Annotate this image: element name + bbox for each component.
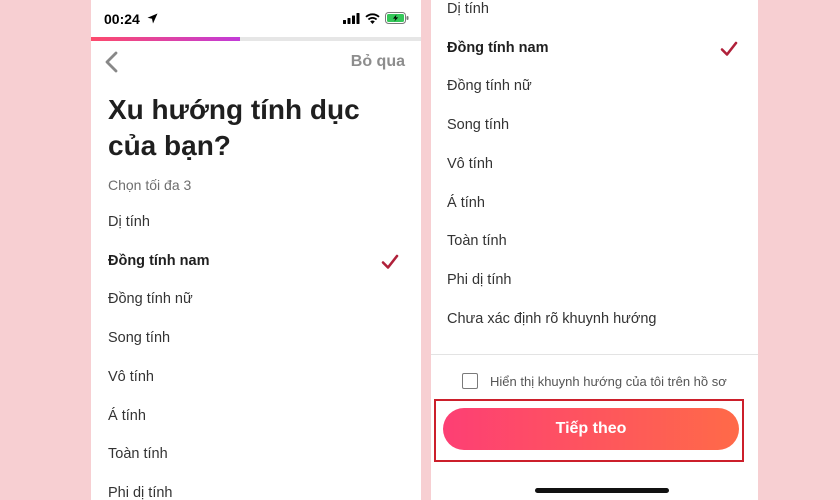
list-item-label: Phi dị tính — [108, 484, 173, 500]
signal-icon — [343, 12, 360, 24]
list-item-label: Phi dị tính — [447, 271, 512, 288]
checkmark-icon — [381, 254, 399, 269]
location-arrow-icon — [147, 13, 158, 24]
list-item-label: Toàn tính — [108, 446, 168, 463]
page-title: Xu hướng tính dục của bạn? — [108, 94, 360, 161]
show-on-profile-checkbox[interactable] — [462, 373, 478, 389]
checkmark-icon — [720, 41, 738, 56]
list-item-label: Song tính — [108, 330, 171, 347]
list-item-label: Đồng tính nữ — [108, 291, 193, 308]
home-indicator — [535, 488, 669, 493]
chevron-left-icon[interactable] — [101, 50, 125, 74]
battery-charging-icon — [385, 12, 409, 24]
list-item-label: Á tính — [108, 407, 146, 424]
list-item-label: Á tính — [447, 194, 485, 211]
list-item[interactable]: Á tính — [431, 185, 758, 223]
list-item-label: Đồng tính nữ — [447, 78, 532, 95]
list-item[interactable]: Vô tính — [91, 359, 421, 397]
show-on-profile-label: Hiển thị khuynh hướng của tôi trên hồ sơ — [490, 373, 727, 389]
next-button[interactable]: Tiếp theo — [443, 408, 739, 450]
list-item-label: Dị tính — [447, 1, 489, 17]
list-item-label: Toàn tính — [447, 233, 507, 250]
list-item[interactable]: Chưa xác định rõ khuynh hướng — [431, 301, 758, 339]
list-item-label: Chưa xác định rõ khuynh hướng — [447, 310, 657, 327]
subtitle: Chọn tối đa 3 — [108, 177, 192, 193]
list-item[interactable]: Đồng tính nữ — [431, 68, 758, 106]
progress-fill — [91, 37, 240, 41]
list-item[interactable]: Phi dị tính — [431, 262, 758, 300]
status-bar: 00:24 — [91, 0, 421, 36]
list-item[interactable]: Song tính — [431, 107, 758, 145]
list-item-label: Dị tính — [108, 214, 150, 230]
status-time: 00:24 — [104, 11, 140, 27]
list-item[interactable]: Toàn tính — [91, 436, 421, 474]
list-item-label: Đồng tính nam — [447, 39, 549, 56]
list-item[interactable]: Đồng tính nam — [431, 30, 758, 68]
list-item[interactable]: Vô tính — [431, 146, 758, 184]
status-icons — [343, 12, 409, 24]
wifi-icon — [365, 12, 380, 24]
skip-button[interactable]: Bỏ qua — [351, 53, 405, 71]
list-item-label: Vô tính — [447, 155, 493, 172]
list-item[interactable]: Dị tính — [431, 0, 758, 29]
phone-screen-right: Dị tính Đồng tính nam Đồng tính nữ Song tín… — [431, 0, 758, 500]
list-item-label: Song tính — [447, 117, 510, 134]
list-item[interactable]: Toàn tính — [431, 223, 758, 261]
progress-bar — [91, 37, 421, 41]
list-item[interactable]: Song tính — [91, 320, 421, 358]
divider — [431, 354, 758, 355]
show-on-profile-option[interactable]: Hiển thị khuynh hướng của tôi trên hồ sơ — [462, 373, 727, 389]
list-item[interactable]: Dị tính — [91, 204, 421, 242]
list-item[interactable]: Đồng tính nam — [91, 243, 421, 281]
list-item[interactable]: Đồng tính nữ — [91, 281, 421, 319]
list-item-label: Vô tính — [108, 368, 154, 385]
list-item-label: Đồng tính nam — [108, 252, 210, 269]
phone-screen-left: 00:24 Bỏ qua Xu hướng tính dục của bạn? … — [91, 0, 421, 500]
list-item[interactable]: Phi dị tính — [91, 475, 421, 500]
list-item[interactable]: Á tính — [91, 398, 421, 436]
